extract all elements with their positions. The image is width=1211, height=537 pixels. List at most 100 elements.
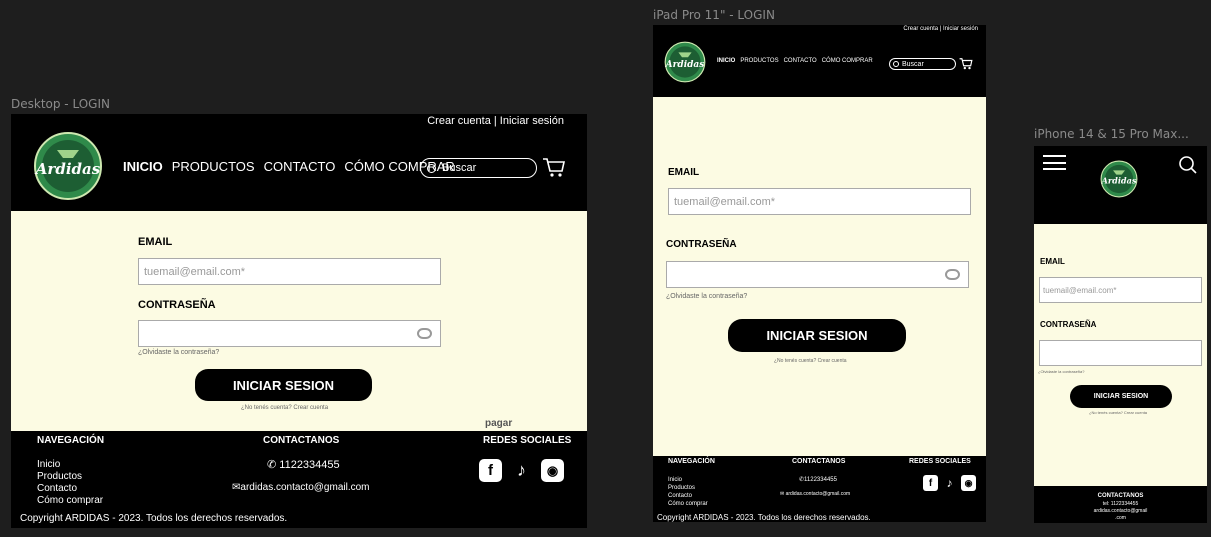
footer-email-text[interactable]: ardidas.contacto@gmail.com (240, 482, 369, 493)
ipad-footer-nav-list: Inicio Productos Contacto Cómo comprar (668, 476, 708, 508)
social-icons: f ♪ ◉ (479, 459, 564, 482)
search-icon (427, 163, 436, 173)
ipad-account-links[interactable]: Crear cuenta | Iniciar sesión (903, 26, 978, 32)
desktop-frame: Crear cuenta | Iniciar sesión Ardidas IN… (11, 114, 587, 528)
iphone-footer-email-1[interactable]: ardidas.contacto@gmail (1034, 508, 1207, 514)
footer-nav-como-comprar[interactable]: Cómo comprar (37, 495, 103, 507)
ipad-eye-icon[interactable] (945, 269, 960, 280)
ipad-nav-inicio[interactable]: INICIO (717, 58, 735, 64)
ipad-password-field[interactable] (666, 261, 969, 288)
ipad-nav-contacto[interactable]: CONTACTO (784, 58, 817, 64)
facebook-icon[interactable]: f (479, 459, 502, 482)
email-placeholder: tuemail@email.com* (144, 265, 246, 278)
footer-social-title: REDES SOCIALES (483, 435, 572, 446)
ipad-footer-copyright: Copyright ARDIDAS - 2023. Todos los dere… (657, 513, 871, 522)
ardidas-logo[interactable]: Ardidas (33, 128, 103, 204)
ipad-main-nav: INICIO PRODUCTOS CONTACTO CÓMO COMPRAR (717, 58, 873, 64)
ipad-search-icon (893, 61, 899, 67)
password-label: CONTRASEÑA (138, 299, 216, 311)
ipad-footer-email: ✉ ardidas.contacto@gmail.com (780, 491, 850, 497)
ipad-social-icons: f ♪ ◉ (923, 475, 976, 491)
footer-nav-contacto[interactable]: Contacto (37, 483, 103, 495)
ipad-footer-contact-title: CONTACTANOS (792, 458, 846, 465)
nav-productos[interactable]: PRODUCTOS (172, 159, 255, 174)
ipad-footer-nav-productos[interactable]: Productos (668, 484, 708, 492)
email-label: EMAIL (138, 236, 173, 248)
ipad-logo-text: Ardidas (665, 60, 705, 70)
ipad-footer-nav-inicio[interactable]: Inicio (668, 476, 708, 484)
eye-icon[interactable] (417, 328, 432, 339)
footer-contact-title: CONTACTANOS (263, 435, 340, 446)
nav-contacto[interactable]: CONTACTO (264, 159, 336, 174)
footer-nav-productos[interactable]: Productos (37, 471, 103, 483)
ipad-ardidas-logo[interactable]: Ardidas (664, 39, 706, 85)
footer-email: ✉ardidas.contacto@gmail.com (232, 482, 370, 493)
iphone-footer-email-2[interactable]: .com (1034, 515, 1207, 521)
footer-nav-title: NAVEGACIÓN (37, 435, 105, 446)
create-account-link[interactable]: ¿No tenés cuenta? Crear cuenta (241, 405, 328, 411)
ipad-login-area: EMAIL tuemail@email.com* CONTRASEÑA ¿Olv… (653, 97, 986, 456)
ipad-nav-como-comprar[interactable]: CÓMO COMPRAR (822, 58, 873, 64)
nav-inicio[interactable]: INICIO (123, 159, 163, 174)
iphone-footer-contact-title: CONTACTANOS (1097, 493, 1144, 499)
footer-nav-inicio[interactable]: Inicio (37, 459, 103, 471)
ipad-forgot-password-link[interactable]: ¿Olvidaste la contraseña? (666, 293, 747, 300)
ipad-tiktok-icon[interactable]: ♪ (942, 475, 957, 491)
phone-icon: ✆ (267, 459, 280, 471)
iphone-forgot-password-link[interactable]: ¿Olvidaste la contraseña? (1038, 369, 1084, 374)
ipad-create-account-link[interactable]: ¿No tenés cuenta? Crear cuenta (774, 358, 847, 364)
hamburger-menu-icon[interactable] (1043, 155, 1066, 170)
password-field[interactable] (138, 320, 441, 347)
iphone-password-field[interactable] (1039, 340, 1202, 366)
instagram-icon[interactable]: ◉ (541, 459, 564, 482)
ipad-search-input[interactable]: Buscar (889, 58, 956, 70)
ipad-cart-icon[interactable] (959, 57, 973, 71)
ipad-footer-nav-title: NAVEGACIÓN (668, 458, 715, 465)
account-links[interactable]: Crear cuenta | Iniciar sesión (427, 115, 564, 127)
iphone-login-button[interactable]: INICIAR SESION (1070, 385, 1172, 408)
iphone-email-placeholder: tuemail@email.com* (1043, 285, 1117, 295)
iphone-ardidas-logo[interactable]: Ardidas (1100, 158, 1138, 200)
ipad-email-label: EMAIL (668, 167, 700, 178)
iphone-logo-text: Ardidas (1101, 175, 1137, 185)
frame-label-ipad: iPad Pro 11" - LOGIN (653, 8, 775, 22)
ipad-login-button[interactable]: INICIAR SESION (728, 319, 906, 352)
iphone-password-label: CONTRASEÑA (1040, 320, 1097, 329)
footer-phone-number: 1122334455 (279, 459, 340, 471)
email-field[interactable]: tuemail@email.com* (138, 258, 441, 285)
ipad-email-placeholder: tuemail@email.com* (674, 195, 776, 208)
iphone-login-area: EMAIL tuemail@email.com* CONTRASEÑA ¿Olv… (1034, 224, 1207, 486)
frame-label-iphone: iPhone 14 & 15 Pro Max... (1034, 127, 1189, 141)
footer-phone: ✆ 1122334455 (267, 458, 340, 471)
main-nav: INICIO PRODUCTOS CONTACTO CÓMO COMPRAR (123, 159, 455, 174)
ipad-password-label: CONTRASEÑA (666, 239, 737, 250)
iphone-search-icon[interactable] (1178, 155, 1198, 175)
frame-label-desktop: Desktop - LOGIN (11, 97, 110, 111)
footer-copyright: Copyright ARDIDAS - 2023. Todos los dere… (20, 513, 288, 524)
ipad-nav-productos[interactable]: PRODUCTOS (740, 58, 778, 64)
ipad-footer-email-text[interactable]: ardidas.contacto@gmail.com (786, 491, 851, 497)
iphone-email-label: EMAIL (1040, 257, 1065, 266)
tiktok-icon[interactable]: ♪ (510, 459, 533, 482)
ipad-facebook-icon[interactable]: f (923, 475, 938, 491)
iphone-create-account-link[interactable]: ¿No tenés cuenta? Crear cuenta (1089, 410, 1147, 415)
ipad-email-field[interactable]: tuemail@email.com* (668, 188, 971, 215)
ipad-frame: Crear cuenta | Iniciar sesión Ardidas IN… (653, 25, 986, 522)
forgot-password-link[interactable]: ¿Olvidaste la contraseña? (138, 349, 219, 356)
logo-text: Ardidas (34, 160, 101, 178)
footer-nav-list: Inicio Productos Contacto Cómo comprar (37, 459, 103, 507)
search-placeholder: Buscar (442, 162, 477, 174)
ipad-footer-nav-contacto[interactable]: Contacto (668, 492, 708, 500)
login-area: EMAIL tuemail@email.com* CONTRASEÑA ¿Olv… (11, 211, 587, 431)
cart-icon[interactable] (542, 157, 566, 179)
ipad-instagram-icon[interactable]: ◉ (961, 475, 976, 491)
pagar-label: pagar (485, 418, 513, 429)
ipad-search-placeholder: Buscar (902, 60, 924, 68)
login-button[interactable]: INICIAR SESION (195, 369, 372, 401)
iphone-footer-phone: tel: 1122334455 (1102, 501, 1139, 507)
iphone-email-field[interactable]: tuemail@email.com* (1039, 277, 1202, 303)
ipad-footer-phone-number: 1122334455 (804, 477, 837, 483)
ipad-footer-nav-como-comprar[interactable]: Cómo comprar (668, 500, 708, 508)
search-input[interactable]: Buscar (420, 158, 537, 178)
ipad-footer-social-title: REDES SOCIALES (909, 458, 971, 465)
